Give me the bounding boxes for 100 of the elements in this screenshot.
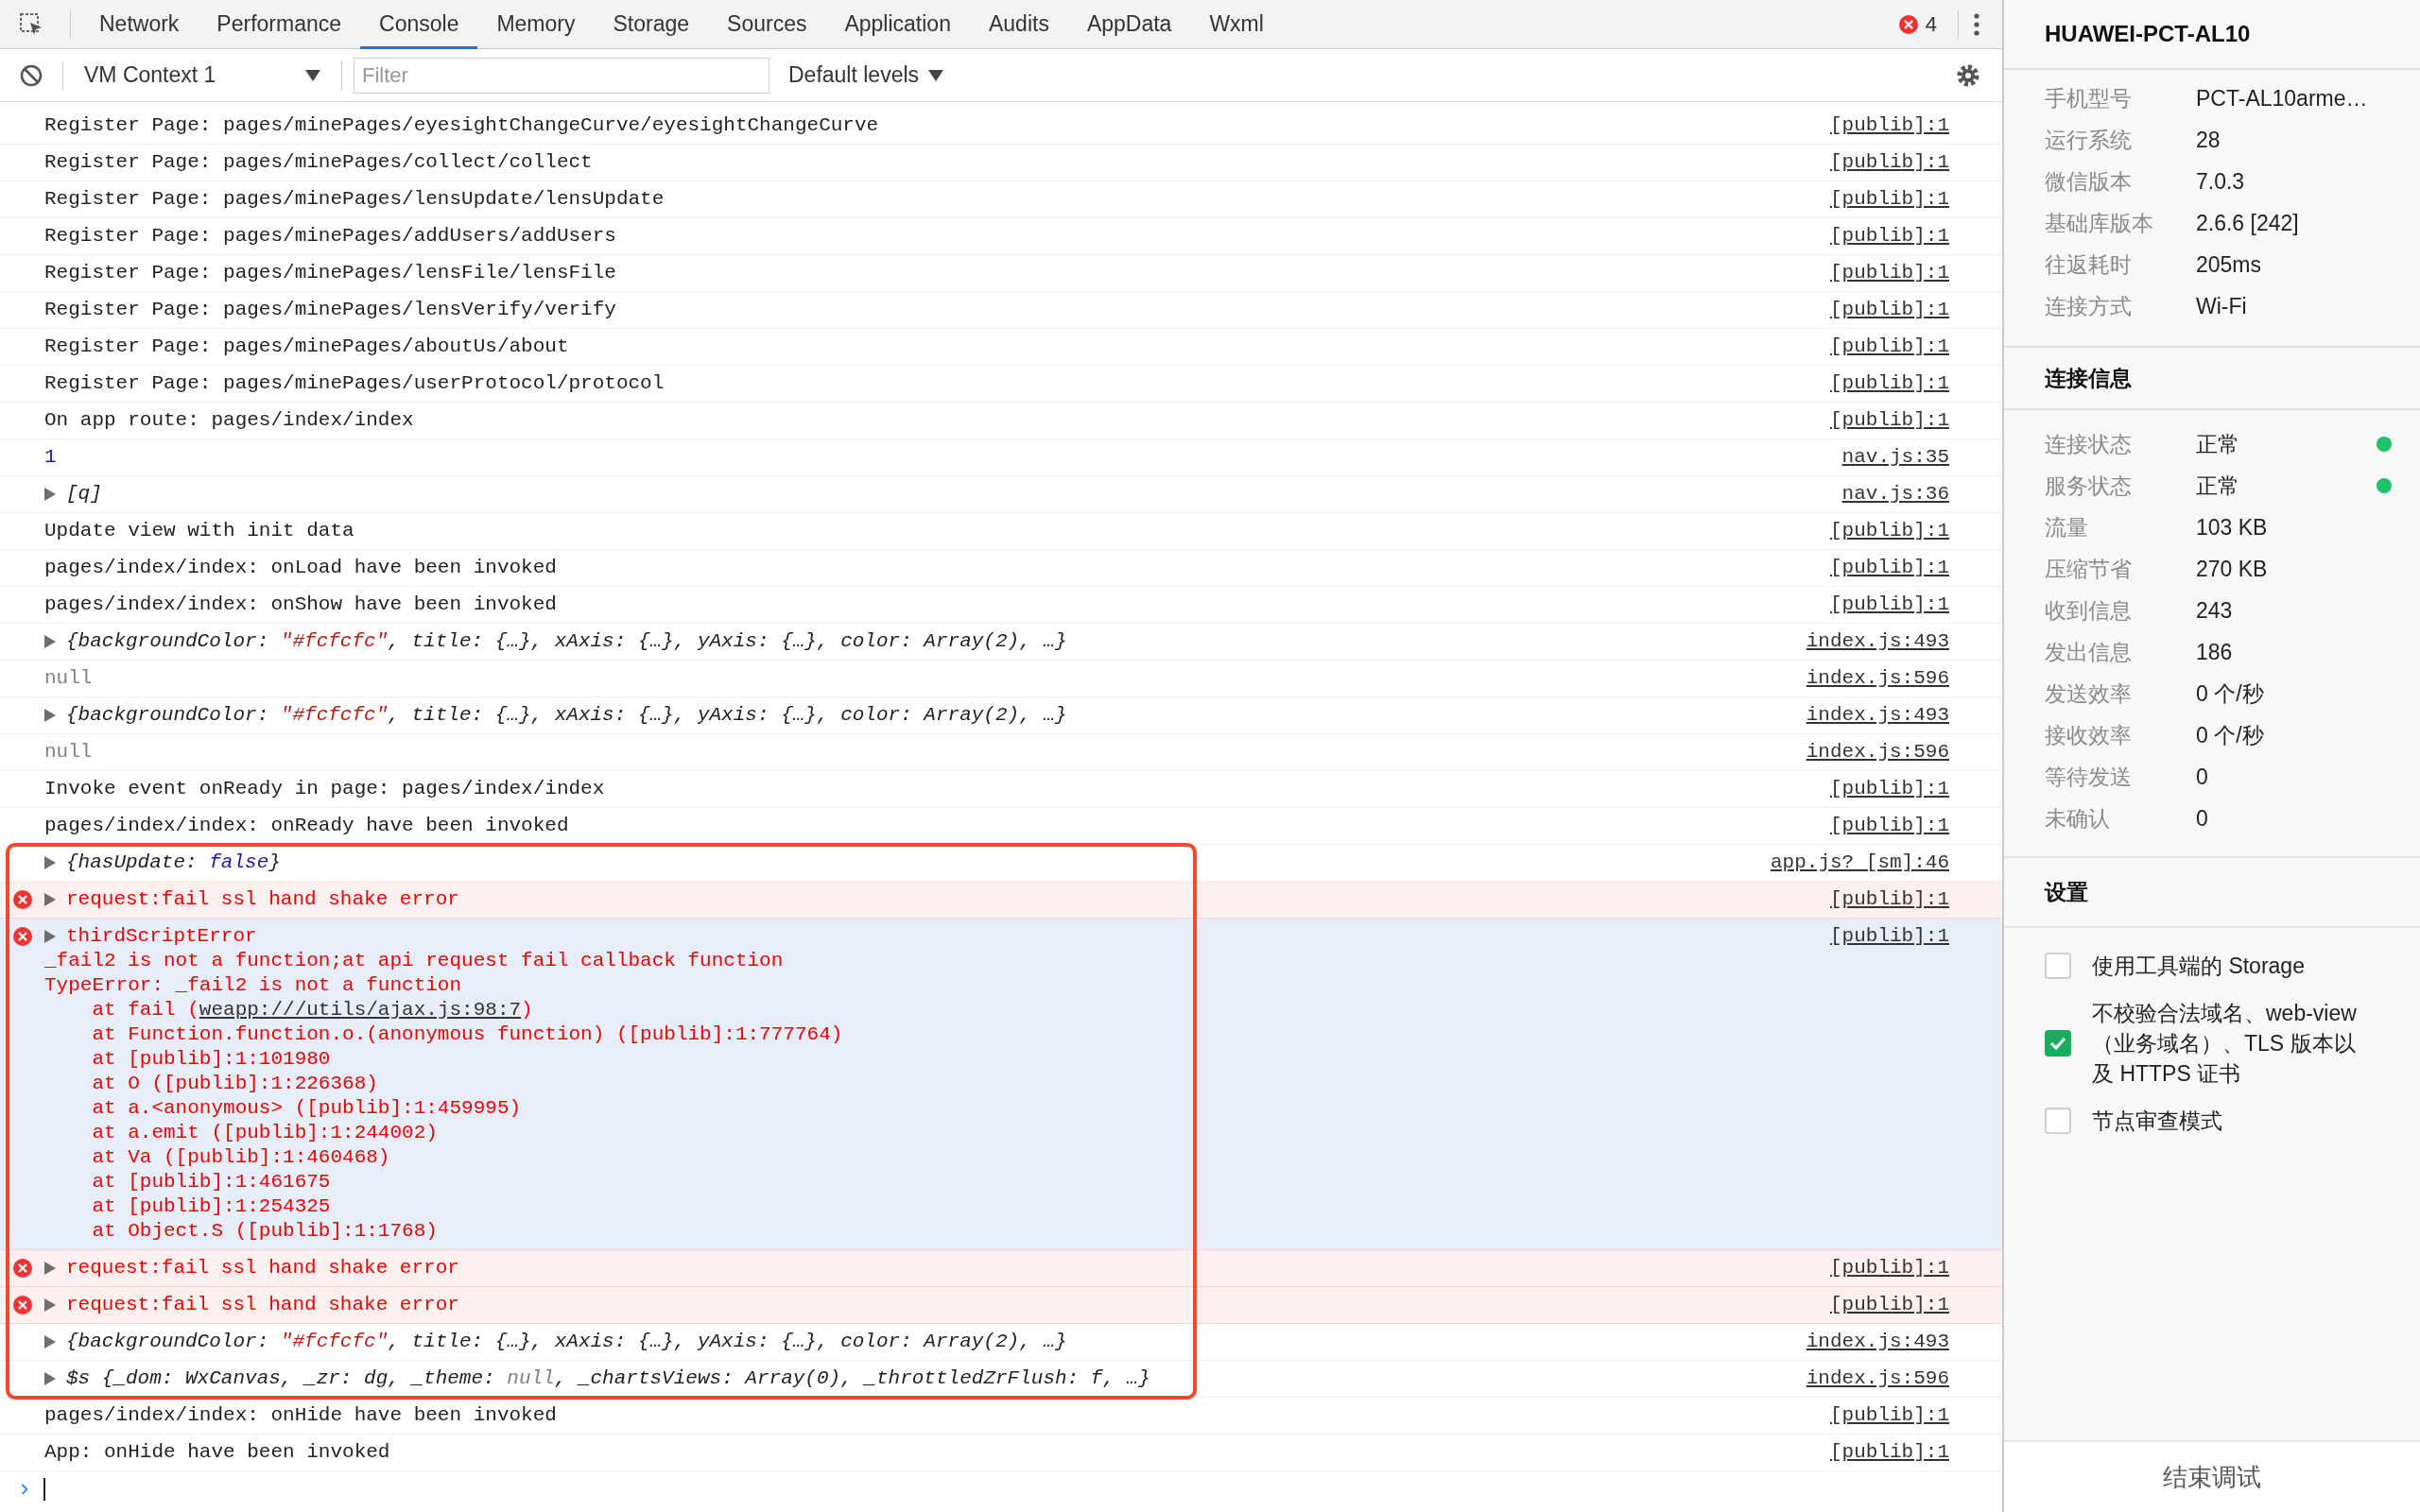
expand-triangle-icon[interactable] [44, 709, 56, 722]
source-link[interactable]: index.js:596 [1806, 740, 1949, 765]
source-link[interactable]: [publib]:1 [1829, 814, 1949, 838]
checkbox[interactable] [2045, 1108, 2071, 1134]
expand-triangle-icon[interactable] [44, 930, 56, 943]
tab[interactable]: Storage [594, 0, 709, 49]
source-link[interactable]: [publib]:1 [1829, 408, 1949, 433]
stack-line: TypeError: _fail2 is not a function [44, 973, 463, 998]
expand-triangle-icon[interactable] [44, 1335, 56, 1349]
source-link[interactable]: [publib]:1 [1829, 150, 1949, 175]
tab[interactable]: Wxml [1190, 0, 1283, 49]
source-link[interactable]: weapp:///utils/ajax.js:98:7 [199, 995, 522, 1025]
source-link[interactable]: [publib]:1 [1829, 113, 1949, 138]
source-link[interactable]: index.js:493 [1806, 1330, 1949, 1354]
source-link[interactable]: [publib]:1 [1829, 1440, 1949, 1465]
expand-triangle-icon[interactable] [44, 1298, 56, 1312]
tab[interactable]: Performance [198, 0, 361, 49]
section-title: 设置 [2045, 878, 2088, 906]
dropdown-caret-icon [928, 69, 944, 81]
stack-line: at a.<anonymous> ([publib]:1:459995) [91, 1096, 523, 1121]
stack-line: at fail (weapp:///utils/ajax.js:98:7) [44, 998, 1811, 1022]
info-value: 186 [2196, 638, 2234, 666]
info-label: 流量 [2045, 513, 2089, 541]
info-value: 103 KB [2196, 513, 2269, 541]
source-link[interactable]: [publib]:1 [1829, 1293, 1949, 1317]
info-label: 接收效率 [2045, 721, 2133, 749]
filter-field[interactable]: Filter [354, 57, 769, 94]
source-link[interactable]: [publib]:1 [1829, 298, 1949, 322]
info-label: 连接方式 [2045, 292, 2133, 320]
log-message: Register Page: pages/minePages/lensUpdate/lensUpdate [44, 187, 665, 213]
tab[interactable]: Audits [969, 0, 1068, 49]
source-link[interactable]: [publib]:1 [1829, 1256, 1949, 1280]
expand-triangle-icon[interactable] [44, 893, 56, 906]
tab[interactable]: Sources [708, 0, 826, 49]
object-preview: {backgroundColor: "#fcfcfc", title: {…}, xAxis: {…}, yAxis: {…}, color: Array(2), …} [66, 703, 1067, 729]
stack-line: at O ([publib]:1:226368) [91, 1072, 379, 1096]
log-message: pages/index/index: onLoad have been invoked [44, 556, 557, 581]
text-cursor [43, 1478, 45, 1501]
source-link[interactable]: index.js:596 [1806, 1366, 1949, 1391]
log-message: pages/index/index: onReady have been invoked [44, 814, 569, 839]
tab[interactable]: Network [80, 0, 199, 49]
info-value: 270 KB [2196, 555, 2269, 583]
source-link[interactable]: [publib]:1 [1829, 924, 1949, 949]
tab[interactable]: AppData [1067, 0, 1191, 49]
source-link[interactable]: [publib]:1 [1829, 371, 1949, 396]
expand-triangle-icon[interactable] [44, 856, 56, 869]
info-label: 未确认 [2045, 804, 2111, 833]
prompt-icon: › [17, 1470, 32, 1508]
source-link[interactable]: index.js:596 [1806, 666, 1949, 691]
source-link[interactable]: [publib]:1 [1829, 187, 1949, 212]
log-message: pages/index/index: onHide have been invoked [44, 1403, 557, 1429]
info-label: 发送效率 [2045, 679, 2133, 708]
source-link[interactable]: [publib]:1 [1829, 519, 1949, 543]
info-value: 28 [2196, 126, 2221, 154]
info-value: 7.0.3 [2196, 167, 2246, 196]
source-link[interactable]: [publib]:1 [1829, 335, 1949, 359]
log-message: Register Page: pages/minePages/lensVerify/verify [44, 298, 616, 323]
stack-line: at Function.function.o.(anonymous function) ([publib]:1:777764) [91, 1022, 844, 1047]
info-value: 205ms [2196, 250, 2263, 279]
source-link[interactable]: [publib]:1 [1829, 887, 1949, 912]
info-value: 正常 [2196, 472, 2240, 500]
expand-triangle-icon[interactable] [44, 635, 56, 648]
error-count[interactable]: 4 [1898, 9, 1937, 40]
checkbox-label: 节点审查模式 [2092, 1108, 2223, 1135]
checkbox[interactable] [2045, 1030, 2071, 1057]
log-message: Register Page: pages/minePages/addUsers/addUsers [44, 224, 616, 249]
info-label: 发出信息 [2045, 638, 2133, 666]
source-link[interactable]: [publib]:1 [1829, 1403, 1949, 1428]
device-title: HUAWEI-PCT-AL10 [2045, 20, 2251, 48]
section-title: 连接信息 [2045, 364, 2132, 392]
source-link[interactable]: [publib]:1 [1829, 556, 1949, 580]
source-link[interactable]: [publib]:1 [1829, 593, 1949, 617]
error-icon [13, 1296, 32, 1314]
stack-line: at a.emit ([publib]:1:244002) [91, 1121, 439, 1145]
source-link[interactable]: [publib]:1 [1829, 777, 1949, 801]
source-link[interactable]: nav.js:35 [1841, 445, 1949, 470]
source-link[interactable]: [publib]:1 [1829, 261, 1949, 285]
checkbox[interactable] [2045, 953, 2071, 979]
log-message: null [44, 740, 93, 765]
log-message: null [44, 666, 93, 692]
check-icon [2049, 1037, 2066, 1050]
clear-console-icon[interactable] [19, 62, 43, 88]
info-value: 2.6.6 [242] [2196, 209, 2300, 237]
source-link[interactable]: index.js:493 [1806, 629, 1949, 654]
source-link[interactable]: [publib]:1 [1829, 224, 1949, 249]
tab[interactable]: Application [825, 0, 970, 49]
expand-triangle-icon[interactable] [44, 488, 56, 501]
source-link[interactable]: index.js:493 [1806, 703, 1949, 728]
info-value: 0 [2196, 763, 2209, 791]
tab[interactable]: Memory [477, 0, 595, 49]
stack-line: at [publib]:1:254325 [91, 1194, 332, 1219]
context-dropdown[interactable]: VM Context 1 [75, 56, 330, 94]
object-preview: [q] [66, 482, 102, 507]
more-menu-icon[interactable] [1974, 12, 1979, 36]
log-message: Register Page: pages/minePages/userProtocol/protocol [44, 371, 665, 397]
expand-triangle-icon[interactable] [44, 1372, 56, 1385]
expand-triangle-icon[interactable] [44, 1262, 56, 1275]
source-link[interactable]: nav.js:36 [1841, 482, 1949, 507]
source-link[interactable]: app.js? [sm]:46 [1770, 850, 1949, 875]
levels-dropdown[interactable]: Default levels [788, 59, 944, 92]
